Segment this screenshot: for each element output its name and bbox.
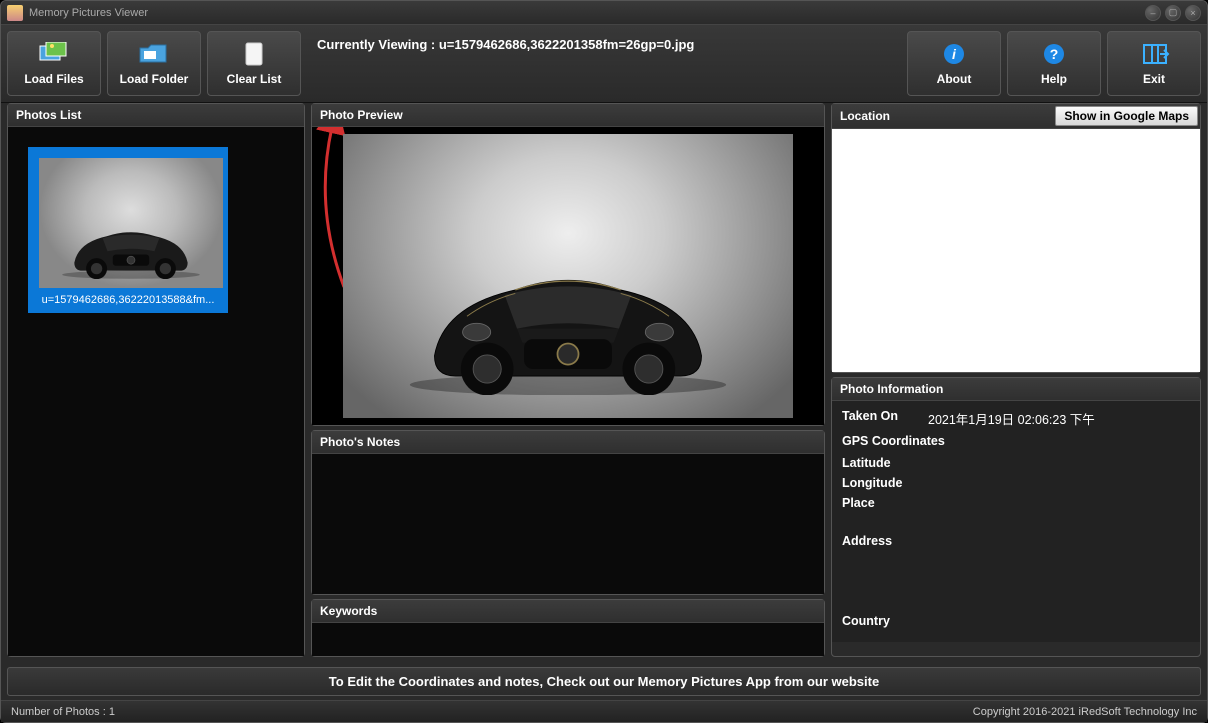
photos-notes-body[interactable]: [312, 454, 824, 594]
help-button[interactable]: ? Help: [1007, 31, 1101, 96]
blank-page-icon: [238, 42, 270, 66]
keywords-panel: Keywords: [311, 599, 825, 657]
photo-information-body: Taken On 2021年1月19日 02:06:23 下午 GPS Coor…: [832, 401, 1200, 642]
app-title: Memory Pictures Viewer: [29, 7, 1145, 19]
gps-coordinates-label: GPS Coordinates: [842, 434, 1190, 448]
photo-information-panel: Photo Information Taken On 2021年1月19日 02…: [831, 377, 1201, 657]
country-label: Country: [842, 614, 912, 628]
thumbnail-label: u=1579462686,36222013588&fm...: [39, 288, 217, 306]
clear-list-label: Clear List: [227, 72, 282, 86]
info-icon: i: [938, 42, 970, 66]
clear-list-button[interactable]: Clear List: [207, 31, 301, 96]
photo-count-label: Number of Photos : 1: [11, 706, 115, 718]
load-folder-label: Load Folder: [120, 72, 189, 86]
center-column: Photo Preview: [311, 103, 825, 657]
thumbnail-image: [39, 158, 223, 288]
keywords-body[interactable]: [312, 623, 824, 656]
main-content: Photos List u=1579462686,36222013588&fm.…: [1, 103, 1207, 663]
exit-icon: [1138, 42, 1170, 66]
help-label: Help: [1041, 72, 1067, 86]
show-in-google-maps-button[interactable]: Show in Google Maps: [1055, 106, 1198, 126]
exit-label: Exit: [1143, 72, 1165, 86]
copyright-label: Copyright 2016-2021 iRedSoft Technology …: [973, 706, 1197, 718]
close-button[interactable]: ×: [1185, 5, 1201, 21]
taken-on-label: Taken On: [842, 409, 912, 428]
right-column: Location Show in Google Maps Photo Infor…: [831, 103, 1201, 657]
latitude-label: Latitude: [842, 456, 912, 470]
taken-on-value: 2021年1月19日 02:06:23 下午: [928, 409, 1095, 428]
keywords-header: Keywords: [312, 600, 824, 623]
load-files-label: Load Files: [24, 72, 83, 86]
photos-icon: [38, 42, 70, 66]
longitude-label: Longitude: [842, 476, 912, 490]
exit-button[interactable]: Exit: [1107, 31, 1201, 96]
photo-preview-header: Photo Preview: [312, 104, 824, 127]
address-label: Address: [842, 534, 912, 548]
toolbar: Load Files Load Folder Clear List Curren…: [1, 25, 1207, 103]
titlebar: Memory Pictures Viewer – ▢ ×: [1, 1, 1207, 25]
svg-text:?: ?: [1050, 46, 1059, 62]
maximize-button[interactable]: ▢: [1165, 5, 1181, 21]
photo-preview-panel: Photo Preview: [311, 103, 825, 426]
photos-list-panel: Photos List u=1579462686,36222013588&fm.…: [7, 103, 305, 657]
photos-list-body[interactable]: u=1579462686,36222013588&fm...: [8, 127, 304, 656]
toolbar-spacer: Currently Viewing : u=1579462686,3622201…: [307, 31, 901, 96]
footer: To Edit the Coordinates and notes, Check…: [1, 663, 1207, 700]
location-map[interactable]: [832, 129, 1200, 372]
folder-icon: [138, 42, 170, 66]
preview-image: [343, 134, 794, 417]
currently-viewing-label: Currently Viewing : u=1579462686,3622201…: [317, 37, 694, 52]
photos-notes-header: Photo's Notes: [312, 431, 824, 454]
app-icon: [7, 5, 23, 21]
photo-preview-body[interactable]: [312, 127, 824, 425]
location-panel: Location Show in Google Maps: [831, 103, 1201, 373]
photos-list-header: Photos List: [8, 104, 304, 127]
load-folder-button[interactable]: Load Folder: [107, 31, 201, 96]
about-label: About: [937, 72, 972, 86]
help-icon: ?: [1038, 42, 1070, 66]
place-label: Place: [842, 496, 912, 510]
promo-banner[interactable]: To Edit the Coordinates and notes, Check…: [7, 667, 1201, 696]
location-header: Location: [832, 105, 898, 127]
status-bar: Number of Photos : 1 Copyright 2016-2021…: [1, 700, 1207, 722]
thumbnail-item[interactable]: u=1579462686,36222013588&fm...: [28, 147, 228, 313]
photo-information-header: Photo Information: [832, 378, 1200, 401]
photos-notes-panel: Photo's Notes: [311, 430, 825, 595]
load-files-button[interactable]: Load Files: [7, 31, 101, 96]
app-window: Memory Pictures Viewer – ▢ × Load Files …: [0, 0, 1208, 723]
about-button[interactable]: i About: [907, 31, 1001, 96]
minimize-button[interactable]: –: [1145, 5, 1161, 21]
